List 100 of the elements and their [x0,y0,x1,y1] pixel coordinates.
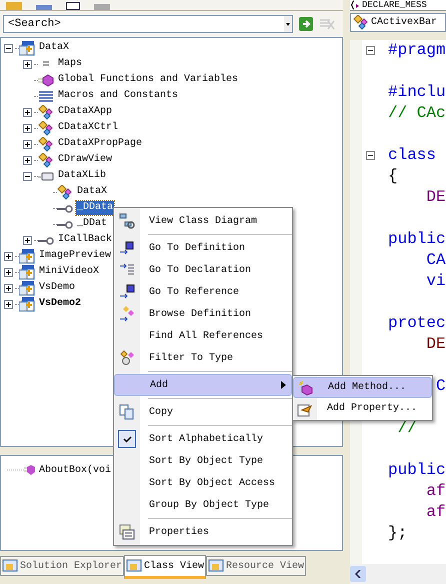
tree-item[interactable]: ImagePreview [38,249,112,263]
brace-icon [350,0,360,10]
tree-item[interactable]: CDataXCtrl [57,121,120,135]
menu-item[interactable]: Browse Definition [114,303,292,325]
scroll-left-button[interactable] [350,566,366,582]
code-line: af [425,481,446,502]
expand-icon[interactable] [4,284,13,292]
tree-item[interactable]: _DDat [76,217,108,231]
collapse-icon[interactable] [366,46,374,55]
menu-item[interactable]: Go To Definition [114,237,292,259]
search-value: <Search> [8,16,61,32]
collapse-icon[interactable] [4,44,13,52]
menu-item[interactable]: Find All References [114,325,292,347]
list-icon [38,88,54,104]
menu-item[interactable]: Sort By Object Type [114,450,292,472]
tree-item[interactable]: Maps [57,57,84,71]
tree-item[interactable]: VsDemo2 [38,297,82,311]
project-icon [19,248,35,264]
expand-icon[interactable] [23,60,32,68]
code-line: DE [425,187,446,208]
menu-item[interactable]: Go To Reference [114,281,292,303]
tree-item[interactable]: ICallBack [57,233,114,247]
go-to-icon [119,284,135,300]
tree-item[interactable]: CDataXApp [57,105,114,119]
menu-item[interactable]: Add Property... [293,398,432,419]
collapse-icon[interactable] [23,172,32,180]
expand-icon[interactable] [23,108,32,116]
expand-icon[interactable] [4,300,13,308]
code-line: #pragm [388,40,446,61]
menu-item[interactable]: Add Method... [293,377,432,398]
code-line: vi [425,271,446,292]
tab-icon [208,559,224,573]
member-item[interactable]: AboutBox(voi [39,462,112,478]
browse-icon [119,306,135,322]
class-icon [38,104,54,120]
code-line: // [396,418,417,439]
type-combo[interactable]: CActivexBar [350,13,446,32]
project-icon [19,280,35,296]
menu-item[interactable]: Go To Declaration [114,259,292,281]
code-line: class [388,145,436,166]
tree-item[interactable]: Macros and Constants [57,89,180,103]
tab-icon [2,559,18,573]
tree-item[interactable]: DataXLib [57,169,108,183]
tab-icon [126,559,142,573]
tree-item[interactable]: Global Functions and Variables [57,73,240,87]
expand-icon[interactable] [23,124,32,132]
menu-item[interactable]: Sort By Object Access [114,472,292,494]
expand-icon[interactable] [23,236,32,244]
class-icon [38,136,54,152]
project-icon [19,40,35,56]
diagram-icon [119,213,135,229]
tree-item[interactable]: MiniVideoX [38,265,100,279]
copy-icon [119,404,135,420]
tree-item[interactable]: CDrawView [57,153,114,167]
project-icon [19,296,35,312]
go-to-icon [119,240,135,256]
menu-item[interactable]: Group By Object Type [114,494,292,516]
go-arrow-icon[interactable] [299,17,313,31]
panel-tab[interactable]: Resource View [206,556,306,576]
code-line: protec [388,313,446,334]
expand-icon[interactable] [23,156,32,164]
expand-icon[interactable] [4,268,13,276]
panel-tab[interactable]: Solution Explorer [0,556,124,576]
menu-item[interactable]: View Class Diagram [114,210,292,232]
toolbar-icon[interactable] [66,2,80,10]
code-line: DE [425,334,446,355]
tree-item[interactable]: DataX [76,185,108,199]
class-icon [57,184,73,200]
chevron-left-icon [355,570,361,578]
code-line: public [388,460,446,481]
menu-item[interactable]: Sort Alphabetically [114,428,292,450]
tree-item[interactable]: VsDemo [38,281,76,295]
search-field[interactable]: <Search> [3,15,293,33]
menu-item[interactable]: Copy [114,401,292,423]
gem-icon [38,72,54,88]
code-line: af [425,502,446,523]
tree-item[interactable]: CDataXPropPage [57,137,144,151]
menu-item[interactable]: Add [114,374,292,396]
code-line: public [388,229,446,250]
project-icon [19,264,35,280]
method-icon [7,464,35,476]
expand-icon[interactable] [23,140,32,148]
tree-item[interactable]: _DData [76,201,114,215]
checkmark-icon [122,436,132,442]
class-icon [38,120,54,136]
properties-icon [119,524,135,540]
menu-item[interactable]: Properties [114,521,292,543]
method-icon [298,380,314,396]
collapse-icon[interactable] [366,151,374,160]
code-line: }; [388,523,408,544]
submenu-arrow-icon [281,381,286,389]
code-line: #inclu [388,82,446,103]
class-icon [38,152,54,168]
tree-item[interactable]: DataX [38,41,70,55]
panel-tab[interactable]: Class View [124,555,206,579]
menu-item[interactable]: Filter To Type [114,347,292,369]
expand-icon[interactable] [4,252,13,260]
filter-icon [119,350,135,366]
code-line: // CAc [388,103,446,124]
code-line: { [388,166,398,187]
